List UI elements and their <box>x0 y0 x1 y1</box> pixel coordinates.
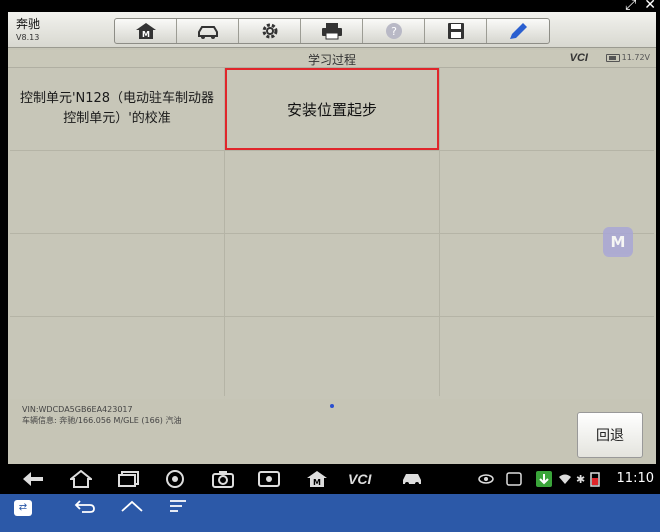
brand-name: 奔驰 <box>16 17 41 31</box>
bluetooth-icon: ✱ <box>576 472 586 486</box>
vehicle-icon <box>197 26 218 39</box>
grid-cell[interactable] <box>440 151 654 233</box>
grid-cell[interactable] <box>225 151 439 233</box>
svg-text:M: M <box>142 30 150 39</box>
version-label: V8.13 <box>16 33 40 42</box>
help-icon: ? <box>385 23 402 39</box>
svg-text:?: ? <box>391 25 397 38</box>
print-icon <box>321 23 342 40</box>
clock: 11:10 <box>616 471 654 486</box>
browser-icon[interactable] <box>165 469 185 489</box>
grid-cell[interactable] <box>440 317 654 399</box>
help-button[interactable]: ? <box>363 19 425 43</box>
grid-cell[interactable] <box>10 317 224 399</box>
camera-icon[interactable] <box>212 469 234 489</box>
car-icon[interactable] <box>400 469 424 489</box>
home-nav-icon[interactable] <box>70 469 92 489</box>
app-switch-icon[interactable]: ⇄ <box>14 500 32 516</box>
vehicle-info: VIN:WDCDA5GB6EA423017 车辆信息: 奔驰/166.056 M… <box>22 404 181 426</box>
grid-cell[interactable] <box>10 151 224 233</box>
toolbar: M ? <box>114 18 550 44</box>
app-header: 奔驰 V8.13 M ? <box>8 12 656 48</box>
print-button[interactable] <box>301 19 363 43</box>
app-window: 奔驰 V8.13 M ? 学习过程 VCI 11.72V 控制单元'N128（电… <box>8 12 656 464</box>
battery-status: 11.72V <box>605 53 650 62</box>
recent-apps-icon[interactable] <box>118 469 140 489</box>
download-icon <box>536 469 552 489</box>
page-title: 学习过程 <box>307 53 356 67</box>
vehicle-info-label: 车辆信息: 奔驰/166.056 M/GLE (166) 汽油 <box>22 416 182 425</box>
back-outline-icon[interactable] <box>74 498 96 518</box>
back-button[interactable]: 回退 <box>577 412 643 458</box>
floating-m-button[interactable]: M <box>603 227 633 257</box>
window-top-bar: ⤢ ✕ <box>0 0 660 13</box>
procedure-grid: 控制单元'N128（电动驻车制动器控制单元）'的校准 安装位置起步 <box>10 68 654 399</box>
title-bar: 学习过程 VCI 11.72V <box>8 50 656 68</box>
back-arrow-icon[interactable] <box>22 469 44 489</box>
vehicle-button[interactable] <box>177 19 239 43</box>
save-button[interactable] <box>425 19 487 43</box>
settings-button[interactable] <box>239 19 301 43</box>
vcl-status: VCI <box>569 52 588 64</box>
vin-label: VIN:WDCDA5GB6EA423017 <box>22 405 133 414</box>
menu-icon[interactable] <box>168 498 188 517</box>
voltage-label: 11.72V <box>621 53 650 62</box>
grid-cell-install-position[interactable]: 安装位置起步 <box>225 68 439 150</box>
grid-cell[interactable] <box>225 317 439 399</box>
system-bar: ⇄ <box>0 494 660 532</box>
battery-nav-icon <box>590 469 600 489</box>
svg-text:M: M <box>313 478 321 487</box>
diagnostic-home-icon[interactable]: M <box>306 469 328 489</box>
brand: 奔驰 V8.13 <box>16 18 40 44</box>
home-button[interactable]: M <box>115 19 177 43</box>
vci-icon[interactable]: VCI <box>348 469 371 489</box>
pen-button[interactable] <box>487 19 549 43</box>
save-icon <box>447 23 464 39</box>
pen-icon <box>510 23 527 39</box>
remote-icon <box>506 469 522 489</box>
home-outline-icon[interactable] <box>120 498 144 517</box>
grid-cell[interactable] <box>440 68 654 150</box>
android-taskbar: M VCI ✱ 11:10 <box>0 464 660 494</box>
wifi-icon <box>558 469 572 489</box>
settings-icon <box>262 23 277 39</box>
grid-cell[interactable] <box>225 234 439 316</box>
battery-icon <box>605 53 620 62</box>
home-icon: M <box>135 23 156 39</box>
scroll-indicator <box>330 404 334 408</box>
eye-icon <box>478 469 494 489</box>
screenshot-icon[interactable] <box>258 469 280 489</box>
grid-cell-control-unit[interactable]: 控制单元'N128（电动驻车制动器控制单元）'的校准 <box>10 68 224 150</box>
grid-cell[interactable] <box>10 234 224 316</box>
